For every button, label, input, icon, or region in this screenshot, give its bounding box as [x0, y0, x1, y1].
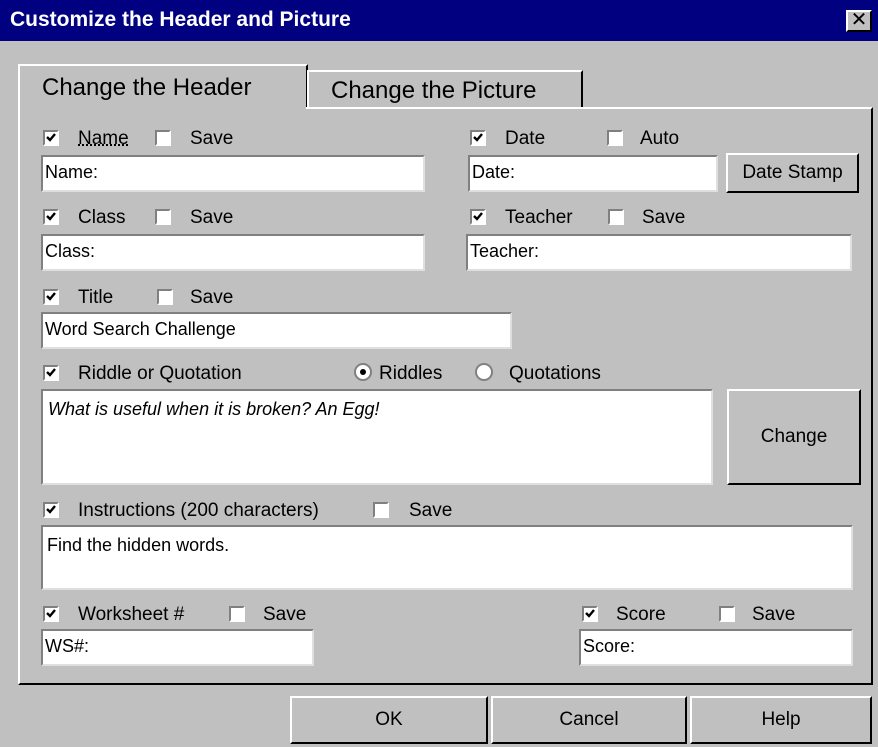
date-label: Date — [505, 128, 546, 149]
date-stamp-label: Date Stamp — [742, 162, 843, 183]
ok-button-label: OK — [375, 709, 403, 730]
date-stamp-button[interactable]: Date Stamp — [726, 153, 859, 193]
name-label: Name — [78, 128, 129, 149]
date-auto-label: Auto — [640, 128, 680, 149]
name-checkbox[interactable] — [43, 130, 59, 146]
teacher-save-label: Save — [642, 207, 686, 228]
check-icon — [46, 212, 56, 221]
cancel-button-label: Cancel — [559, 709, 619, 730]
name-save-label: Save — [190, 128, 234, 149]
check-icon — [473, 133, 483, 142]
title-save-label: Save — [190, 287, 234, 308]
score-checkbox[interactable] — [582, 606, 598, 622]
help-button[interactable]: Help — [690, 696, 872, 744]
title-bar[interactable]: Customize the Header and Picture ✕ — [0, 0, 878, 41]
date-field[interactable]: Date: — [468, 155, 718, 192]
worksheet-save-checkbox[interactable] — [229, 606, 245, 622]
check-icon — [46, 609, 56, 618]
riddles-label: Riddles — [379, 363, 443, 384]
tab-change-header[interactable]: Change the Header — [18, 64, 308, 109]
class-field[interactable]: Class: — [41, 234, 425, 271]
class-label: Class — [78, 207, 126, 228]
quotations-label: Quotations — [509, 363, 601, 384]
title-field[interactable]: Word Search Challenge — [41, 312, 512, 349]
title-checkbox[interactable] — [43, 289, 59, 305]
close-button[interactable]: ✕ — [846, 10, 872, 32]
title-label: Title — [78, 287, 114, 308]
score-save-checkbox[interactable] — [719, 606, 735, 622]
riddles-radio[interactable] — [354, 363, 372, 381]
check-icon — [46, 368, 56, 377]
check-icon — [46, 133, 56, 142]
tab-change-header-label: Change the Header — [42, 74, 252, 101]
ok-button[interactable]: OK — [290, 696, 488, 744]
check-icon — [585, 609, 595, 618]
instructions-text-area[interactable]: Find the hidden words. — [41, 525, 853, 590]
name-save-checkbox[interactable] — [155, 130, 171, 146]
worksheet-save-label: Save — [263, 604, 307, 625]
teacher-save-checkbox[interactable] — [608, 209, 624, 225]
check-icon — [46, 292, 56, 301]
window-title: Customize the Header and Picture — [10, 8, 351, 31]
tab-change-picture-label: Change the Picture — [331, 77, 537, 104]
worksheet-field[interactable]: WS#: — [41, 629, 314, 666]
dialog-window: Customize the Header and Picture ✕ Chang… — [0, 0, 878, 747]
help-button-label: Help — [761, 709, 801, 730]
instructions-checkbox[interactable] — [43, 502, 59, 518]
teacher-field[interactable]: Teacher: — [466, 234, 852, 271]
check-icon — [473, 212, 483, 221]
quotations-radio[interactable] — [475, 363, 493, 381]
worksheet-label: Worksheet # — [78, 604, 185, 625]
cancel-button[interactable]: Cancel — [491, 696, 687, 744]
teacher-label: Teacher — [505, 207, 573, 228]
close-icon: ✕ — [850, 9, 868, 31]
change-button[interactable]: Change — [727, 389, 861, 485]
score-save-label: Save — [752, 604, 796, 625]
riddle-checkbox[interactable] — [43, 365, 59, 381]
score-field[interactable]: Score: — [579, 629, 853, 666]
instructions-save-label: Save — [409, 500, 453, 521]
title-save-checkbox[interactable] — [157, 289, 173, 305]
check-icon — [46, 505, 56, 514]
class-save-label: Save — [190, 207, 234, 228]
date-checkbox[interactable] — [470, 130, 486, 146]
date-auto-checkbox[interactable] — [607, 130, 623, 146]
active-tab-join — [20, 106, 306, 110]
instructions-save-checkbox[interactable] — [373, 502, 389, 518]
score-label: Score — [616, 604, 666, 625]
riddle-label: Riddle or Quotation — [78, 363, 242, 384]
instructions-label: Instructions (200 characters) — [78, 500, 319, 521]
name-field[interactable]: Name: — [41, 155, 425, 192]
class-checkbox[interactable] — [43, 209, 59, 225]
change-button-label: Change — [760, 426, 828, 447]
class-save-checkbox[interactable] — [155, 209, 171, 225]
worksheet-checkbox[interactable] — [43, 606, 59, 622]
tab-change-picture[interactable]: Change the Picture — [307, 70, 583, 108]
riddle-text-area[interactable]: What is useful when it is broken? An Egg… — [41, 389, 713, 485]
teacher-checkbox[interactable] — [470, 209, 486, 225]
